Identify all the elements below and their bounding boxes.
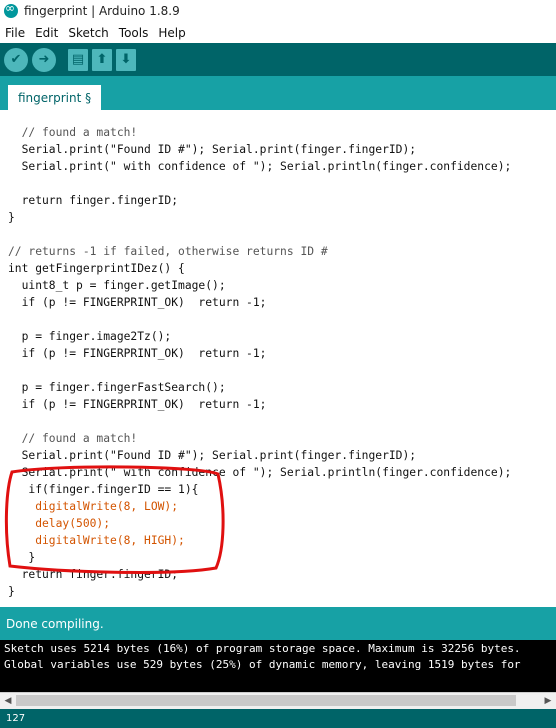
console-line: Global variables use 529 bytes (25%) of … (4, 658, 521, 671)
code-line: if (p != FINGERPRINT_OK) return -1; (8, 347, 267, 360)
horizontal-scrollbar[interactable]: ◀ ▶ (0, 692, 556, 709)
toolbar: ✔ ➜ ▤ ⬆ ⬇ (0, 43, 556, 76)
code-line: if (p != FINGERPRINT_OK) return -1; (8, 296, 267, 309)
new-icon[interactable]: ▤ (68, 48, 88, 71)
menu-tools[interactable]: Tools (114, 26, 154, 40)
code-line: Serial.print(" with confidence of "); Se… (8, 160, 512, 173)
code-line: delay(500); (8, 517, 111, 530)
line-number: 127 (6, 713, 26, 724)
title-bar: fingerprint | Arduino 1.8.9 (0, 0, 556, 22)
menu-bar: File Edit Sketch Tools Help (0, 22, 556, 43)
console-output: Sketch uses 5214 bytes (16%) of program … (0, 640, 556, 692)
status-text: Done compiling. (6, 616, 104, 631)
menu-edit[interactable]: Edit (30, 26, 63, 40)
code-line: if(finger.fingerID == 1){ (8, 483, 199, 496)
code-line: if (p != FINGERPRINT_OK) return -1; (8, 398, 267, 411)
code-line: } (8, 211, 15, 224)
code-line: } (8, 551, 36, 564)
code-line: } (8, 585, 15, 598)
code-line: return finger.fingerID; (8, 568, 179, 581)
console-line: Sketch uses 5214 bytes (16%) of program … (4, 642, 521, 655)
code-line: Serial.print("Found ID #"); Serial.print… (8, 449, 417, 462)
scroll-left-icon[interactable]: ◀ (1, 694, 15, 708)
code-line: Serial.print(" with confidence of "); Se… (8, 466, 512, 479)
code-line: digitalWrite(8, HIGH); (8, 534, 185, 547)
bottom-status-bar: 127 (0, 709, 556, 728)
code-line: p = finger.fingerFastSearch(); (8, 381, 226, 394)
tab-strip: fingerprint § (0, 76, 556, 110)
status-bar: Done compiling. (0, 607, 556, 640)
menu-sketch[interactable]: Sketch (63, 26, 113, 40)
code-line: // returns -1 if failed, otherwise retur… (8, 245, 328, 258)
code-line: Serial.print("Found ID #"); Serial.print… (8, 143, 417, 156)
code-editor[interactable]: // found a match! Serial.print("Found ID… (0, 110, 556, 607)
menu-help[interactable]: Help (153, 26, 190, 40)
scroll-right-icon[interactable]: ▶ (541, 694, 555, 708)
code-line: digitalWrite(8, LOW); (8, 500, 179, 513)
code-line: // found a match! (8, 126, 138, 139)
code-line: return finger.fingerID; (8, 194, 179, 207)
code-line: uint8_t p = finger.getImage(); (8, 279, 226, 292)
code-line: p = finger.image2Tz(); (8, 330, 172, 343)
window-title: fingerprint | Arduino 1.8.9 (24, 4, 180, 18)
tab-fingerprint[interactable]: fingerprint § (8, 85, 102, 110)
menu-file[interactable]: File (0, 26, 30, 40)
upload-icon[interactable]: ➜ (32, 47, 56, 72)
verify-icon[interactable]: ✔ (4, 47, 28, 72)
open-icon[interactable]: ⬆ (92, 48, 112, 71)
arduino-logo-icon (4, 1, 18, 18)
save-icon[interactable]: ⬇ (116, 48, 136, 71)
code-line: // found a match! (8, 432, 138, 445)
scroll-thumb[interactable] (16, 695, 516, 706)
code-line: int getFingerprintIDez() { (8, 262, 185, 275)
